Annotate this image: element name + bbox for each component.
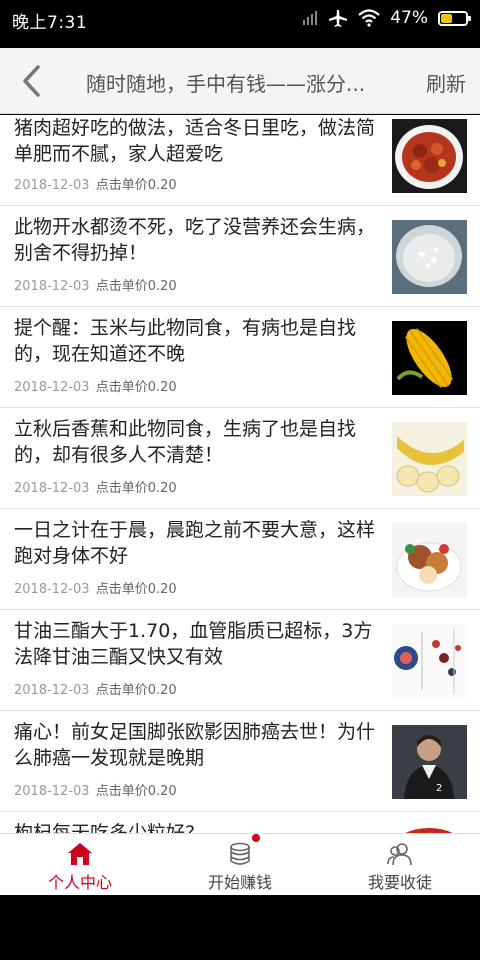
thumb-rice-bowl bbox=[392, 220, 467, 294]
thumb-corn bbox=[392, 321, 467, 395]
article-price: 点击单价0.20 bbox=[95, 683, 177, 698]
nav-bar: 随时随地，手中有钱——涨分... 刷新 bbox=[0, 48, 480, 114]
notification-dot bbox=[252, 834, 260, 842]
article-meta: 2018-12-03 点击单价0.20 bbox=[14, 174, 177, 193]
system-nav-area bbox=[0, 895, 480, 960]
thumb-banana bbox=[392, 422, 467, 496]
article-price: 点击单价0.20 bbox=[95, 380, 177, 395]
battery-icon bbox=[438, 10, 471, 26]
thumb-breakfast-plate bbox=[392, 523, 467, 597]
article-title: 提个醒：玉米与此物同食，有病也是自找的，现在知道还不晚 bbox=[14, 317, 357, 365]
article-item[interactable]: 一日之计在于晨，晨跑之前不要大意，这样跑对身体不好 2018-12-03 点击单… bbox=[0, 509, 480, 610]
article-meta: 2018-12-03 点击单价0.20 bbox=[14, 477, 177, 496]
article-meta: 2018-12-03 点击单价0.20 bbox=[14, 275, 177, 294]
article-date: 2018-12-03 bbox=[14, 481, 90, 496]
back-button[interactable] bbox=[18, 63, 48, 99]
users-icon bbox=[387, 843, 412, 866]
airplane-icon bbox=[329, 10, 348, 27]
article-item[interactable]: 痛心！前女足国脚张欧影因肺癌去世！为什么肺癌一发现就是晚期 2018-12-03… bbox=[0, 711, 480, 812]
tab-label: 个人中心 bbox=[47, 873, 112, 892]
status-icons: 47% bbox=[302, 6, 471, 30]
article-title: 痛心！前女足国脚张欧影因肺癌去世！为什么肺癌一发现就是晚期 bbox=[14, 721, 376, 769]
signal-off-icon bbox=[303, 11, 318, 25]
back-arrow-icon bbox=[23, 65, 40, 97]
battery-percent: 47% bbox=[390, 8, 428, 28]
article-date: 2018-12-03 bbox=[14, 279, 90, 294]
article-date: 2018-12-03 bbox=[14, 683, 90, 698]
bottom-tab-bar: 个人中心 开始赚钱 我要收徒 bbox=[0, 833, 480, 895]
article-meta: 2018-12-03 点击单价0.20 bbox=[14, 780, 177, 799]
home-icon bbox=[68, 843, 92, 865]
article-price: 点击单价0.20 bbox=[95, 784, 177, 799]
article-price: 点击单价0.20 bbox=[95, 178, 177, 193]
article-item[interactable]: 立秋后香蕉和此物同食，生病了也是自找的，却有很多人不清楚！ 2018-12-03… bbox=[0, 408, 480, 509]
article-feed[interactable]: 猪肉超好吃的做法，适合冬日里吃，做法简单肥而不腻，家人超爱吃 2018-12-0… bbox=[0, 115, 480, 833]
coins-icon bbox=[230, 842, 250, 865]
article-title: 猪肉超好吃的做法，适合冬日里吃，做法简单肥而不腻，家人超爱吃 bbox=[14, 117, 376, 165]
page-title: 随时随地，手中有钱——涨分... bbox=[86, 72, 366, 96]
thumb-goji bbox=[392, 826, 467, 833]
article-price: 点击单价0.20 bbox=[95, 279, 177, 294]
article-title: 立秋后香蕉和此物同食，生病了也是自找的，却有很多人不清楚！ bbox=[14, 418, 357, 466]
article-title: 枸杞每天吃多少粒好? bbox=[14, 822, 196, 833]
article-price: 点击单价0.20 bbox=[95, 582, 177, 597]
article-item[interactable]: 甘油三酯大于1.70，血管脂质已超标，3方法降甘油三酯又快又有效 2018-12… bbox=[0, 610, 480, 711]
article-item[interactable]: 提个醒：玉米与此物同食，有病也是自找的，现在知道还不晚 2018-12-03 点… bbox=[0, 307, 480, 408]
status-bar: 晚上7:31 47% bbox=[0, 0, 480, 48]
thumb-pork-dish bbox=[392, 119, 467, 193]
thumb-football-player: 2 bbox=[392, 725, 467, 799]
tab-label: 开始赚钱 bbox=[207, 873, 272, 892]
battery-level bbox=[441, 13, 453, 23]
article-meta: 2018-12-03 点击单价0.20 bbox=[14, 578, 177, 597]
article-date: 2018-12-03 bbox=[14, 582, 90, 597]
article-price: 点击单价0.20 bbox=[95, 481, 177, 496]
svg-text:2: 2 bbox=[436, 783, 442, 794]
article-meta: 2018-12-03 点击单价0.20 bbox=[14, 376, 177, 395]
article-item[interactable]: 此物开水都烫不死，吃了没营养还会生病，别舍不得扔掉！ 2018-12-03 点击… bbox=[0, 206, 480, 307]
refresh-button[interactable]: 刷新 bbox=[426, 68, 466, 97]
tab-recruit-apprentices[interactable]: 我要收徒 bbox=[320, 834, 480, 895]
article-date: 2018-12-03 bbox=[14, 178, 90, 193]
thumb-medical-chart bbox=[392, 624, 467, 698]
wifi-icon bbox=[358, 9, 380, 27]
tab-start-earning[interactable]: 开始赚钱 bbox=[160, 834, 320, 895]
article-date: 2018-12-03 bbox=[14, 380, 90, 395]
article-title: 一日之计在于晨，晨跑之前不要大意，这样跑对身体不好 bbox=[14, 519, 376, 567]
article-item[interactable]: 猪肉超好吃的做法，适合冬日里吃，做法简单肥而不腻，家人超爱吃 2018-12-0… bbox=[0, 115, 480, 206]
article-date: 2018-12-03 bbox=[14, 784, 90, 799]
status-time: 晚上7:31 bbox=[12, 13, 88, 33]
tab-label: 我要收徒 bbox=[367, 873, 432, 892]
article-item[interactable]: 枸杞每天吃多少粒好? bbox=[0, 812, 480, 833]
article-title: 甘油三酯大于1.70，血管脂质已超标，3方法降甘油三酯又快又有效 bbox=[14, 620, 373, 668]
article-title: 此物开水都烫不死，吃了没营养还会生病，别舍不得扔掉！ bbox=[14, 216, 376, 264]
tab-personal-center[interactable]: 个人中心 bbox=[0, 834, 160, 895]
article-meta: 2018-12-03 点击单价0.20 bbox=[14, 679, 177, 698]
